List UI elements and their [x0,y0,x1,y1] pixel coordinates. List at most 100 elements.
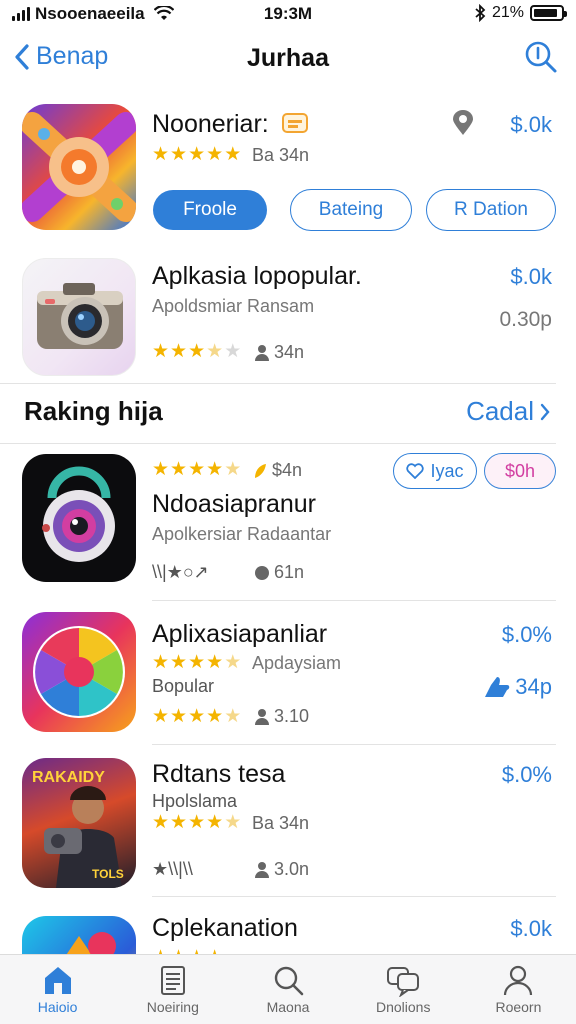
ranking-3-name[interactable]: Rdtans tesa [152,760,285,789]
person-icon [504,965,533,996]
ranking-app-icon[interactable] [22,612,136,732]
ranking-app-icon[interactable] [22,916,136,954]
tab-home[interactable]: Haioio [0,955,115,1024]
see-all-link[interactable]: Cadal [466,396,550,427]
tab-profile[interactable]: Roeorn [461,955,576,1024]
ranking-1-favorite-pill[interactable]: Iyac [393,453,477,489]
row-divider [152,600,556,601]
ranking-3-price[interactable]: $.0% [502,762,552,788]
popular-app-row[interactable]: Aplkasia lopopular. $.0k Apoldsmiar Rans… [0,256,576,384]
ranking-3-extra: ★\\|\\ [152,859,193,879]
search-icon [274,966,304,996]
star-icon: ★ [206,652,224,673]
featured-rating-stars: ★ ★ ★ ★ ★ [152,145,241,164]
featured-app-name[interactable]: Nooneriar: [152,110,308,139]
person-icon [255,861,269,878]
tab-messages[interactable]: Dnolions [346,955,461,1024]
navigation-bar: Benap Jurhaa [0,34,576,84]
thumbs-up-icon [485,677,510,697]
bluetooth-icon [475,4,486,22]
search-button[interactable] [524,40,558,79]
ranking-2-name[interactable]: Aplixasiapanliar [152,620,327,649]
chevron-right-icon [540,403,550,420]
ranking-1-price-pill[interactable]: $0h [484,453,556,489]
person-icon [255,708,269,725]
ranking-item[interactable]: ★ ★ ★ ★ ★ $4n Iyac $0h Ndoasiapranur Apolker… [0,452,576,596]
heart-icon [406,463,425,479]
tab-home-label: Haioio [37,999,78,1015]
star-icon: ★ [170,812,188,833]
section-divider [0,383,556,384]
featured-primary-button[interactable]: Froole [153,190,267,230]
search-icon [525,41,557,73]
location-pin-icon [451,110,475,141]
leaf-icon [255,463,266,478]
ranking-2-tag-stars: ★ ★ ★ ★ ★ [152,653,241,672]
star-icon: ★ [152,812,170,833]
ranking-1-subtitle: Apolkersiar Radaantar [152,524,332,544]
featured-app-price[interactable]: $.0k [510,112,552,138]
ranking-3-rating-stars: ★ ★ ★ ★ ★ [152,813,241,832]
tab-documents-label: Noeiring [146,999,199,1015]
tab-search[interactable]: Maona [230,955,345,1024]
ranking-1-name[interactable]: Ndoasiapranur [152,490,316,519]
star-icon: ★ [152,459,170,480]
ranking-3-reviews: Ba 34n [252,813,310,833]
star-icon: ★ [152,652,170,673]
section-title: Raking hija [24,396,163,426]
ranking-1-downloads: 61n [254,562,304,583]
popular-app-name[interactable]: Aplkasia lopopular. [152,262,362,291]
ranking-4-name[interactable]: Cplekanation [152,914,298,943]
featured-app-row[interactable]: Nooneriar: $.0k ★ ★ ★ ★ ★ Ba 34n Froole Bate… [0,100,576,240]
ranking-app-icon[interactable]: RAKAIDY TOLS [22,758,136,888]
row-divider [152,896,556,897]
tab-documents[interactable]: Noeiring [115,955,230,1024]
ranking-3-subtitle: Hpolslama [152,791,238,811]
featured-app-icon[interactable] [22,104,136,230]
star-icon: ★ [170,459,188,480]
star-icon: ★ [188,144,206,165]
chat-icon [387,967,420,997]
featured-details-button[interactable]: R Dation [426,189,556,231]
star-icon: ★ [224,706,242,727]
status-bar: Nsooenaeeila 19:3M 21% [0,0,576,30]
featured-rating-button[interactable]: Bateing [290,189,412,231]
featured-reviews: Ba 34n [252,145,310,165]
ranking-2-subtitle: Bopular [152,676,215,696]
ranking-2-price[interactable]: $.0% [502,622,552,648]
star-icon: ★ [224,341,242,362]
battery-percent: 21% [491,4,524,21]
ranking-2-likes[interactable]: 34p [483,674,552,700]
ranking-3-downloads: 3.0n [254,859,309,880]
download-icon [255,565,269,580]
star-icon: ★ [152,341,170,362]
tab-bar: Haioio Noeiring Maona Dnolions Roeorn [0,954,576,1024]
star-icon: ★ [188,459,206,480]
popular-app-price[interactable]: $.0k [510,264,552,290]
ranking-1-rating-stars: ★ ★ ★ ★ ★ [152,460,241,479]
page-title: Jurhaa [247,44,329,72]
ranking-app-icon[interactable] [22,454,136,582]
star-icon: ★ [170,144,188,165]
star-icon: ★ [206,459,224,480]
popular-app-subtitle: Apoldsmiar Ransam [152,296,315,316]
star-icon: ★ [224,812,242,833]
icon-footer-text: TOLS [92,867,124,881]
ranking-item[interactable]: Aplixasiapanliar $.0% ★ ★ ★ ★ ★ Apdaysiam Bo… [0,610,576,746]
ranking-1-rating-count: $4n [252,460,302,481]
ranking-2-reviews: 3.10 [254,706,309,727]
ranking-2-tagline: Apdaysiam [252,653,342,673]
section-header-divider [0,443,556,444]
star-icon: ★ [152,144,170,165]
star-icon: ★ [224,459,242,480]
ranking-item[interactable]: Cplekanation $.0k ★★★★ [0,906,576,954]
popular-secondary-price: 0.30p [499,308,552,331]
star-icon: ★ [170,652,188,673]
row-divider [152,744,556,745]
star-icon: ★ [188,652,206,673]
ranking-item[interactable]: RAKAIDY TOLS Rdtans tesa $.0% Hpolslama … [0,756,576,896]
home-icon [44,967,71,994]
ranking-1-extra: \\|★○↗ [152,562,209,582]
ranking-4-price[interactable]: $.0k [510,916,552,942]
popular-app-icon[interactable] [22,258,136,376]
